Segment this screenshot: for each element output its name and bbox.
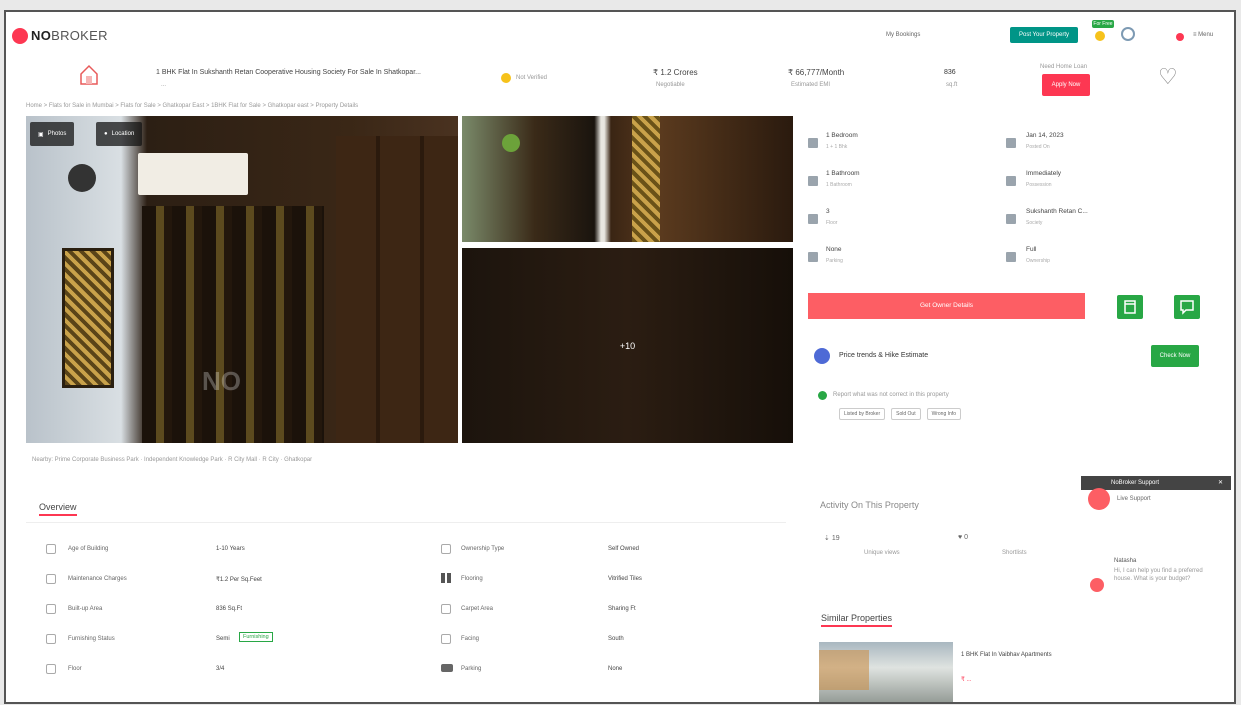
overview-row: Furnishing Status Semi Furnishing Facing…	[46, 632, 786, 656]
car-icon	[808, 252, 818, 262]
shortlists-sub: Shortlists	[1002, 550, 1027, 556]
overview-row: Built-up Area 836 Sq.Ft Carpet Area Shar…	[46, 602, 786, 626]
emi-value: ₹ 66,777/Month	[788, 68, 845, 77]
verified-icon	[501, 73, 511, 83]
building-icon	[1006, 214, 1016, 224]
property-type-icon	[78, 62, 100, 88]
user-avatar-icon[interactable]	[1121, 27, 1135, 41]
location-pin-icon: ●	[104, 131, 108, 137]
similar-property-title[interactable]: 1 BHK Flat In Vaibhav Apartments	[961, 652, 1052, 658]
post-property-button[interactable]: Post Your Property	[1010, 27, 1078, 43]
chip-sold-out[interactable]: Sold Out	[891, 408, 921, 420]
chat-close-icon[interactable]: ✕	[1218, 476, 1223, 490]
chat-agent-name: Natasha	[1114, 558, 1137, 564]
flooring-icon	[441, 573, 451, 583]
photos-button[interactable]: ▣ Photos	[30, 122, 75, 146]
overview-row: Floor 3/4 Parking None	[46, 662, 786, 686]
verified-label: Not Verified	[516, 75, 548, 81]
location-button[interactable]: ● Location	[96, 122, 143, 146]
nobroker-logo-icon[interactable]	[12, 28, 28, 44]
chat-message: Hi, I can help you find a preferred hous…	[1114, 568, 1203, 582]
schedule-visit-button[interactable]	[1117, 295, 1143, 319]
carving-image	[632, 116, 660, 242]
views-count: ⇣ 19	[824, 535, 840, 542]
nearby-places[interactable]: Nearby: Prime Corporate Business Park · …	[32, 457, 312, 463]
price-sub: Negotiable	[656, 82, 685, 88]
price-value: ₹ 1.2 Crores	[653, 68, 698, 77]
compass-icon	[441, 634, 451, 644]
area-icon	[46, 604, 56, 614]
views-sub: Unique views	[864, 550, 900, 556]
ac-unit-image	[138, 153, 248, 195]
emi-sub: Estimated EMI	[791, 82, 831, 88]
check-now-button[interactable]: Check Now	[1151, 345, 1199, 367]
wall-clock-image	[68, 164, 96, 192]
area-sub: sq.ft	[946, 82, 958, 88]
my-bookings-link[interactable]: My Bookings	[886, 32, 920, 38]
floor-level-icon	[46, 664, 56, 674]
parking-car-icon	[441, 664, 453, 672]
free-badge: For Free	[1092, 20, 1114, 28]
shortlists-count: ♥ 0	[958, 534, 969, 541]
ownership-type-icon	[441, 544, 451, 554]
breadcrumb[interactable]: Home > Flats for Sale in Mumbai > Flats …	[26, 103, 358, 109]
ownership-icon	[1006, 252, 1016, 262]
bath-icon	[808, 176, 818, 186]
building-age-icon	[46, 544, 56, 554]
browser-page: NOBROKER My Bookings Post Your Property …	[4, 10, 1236, 704]
property-address: ...	[161, 82, 167, 88]
furnishing-tag[interactable]: Furnishing	[239, 632, 273, 642]
calendar-icon	[1006, 138, 1016, 148]
overview-row: Age of Building 1-10 Years Ownership Typ…	[46, 542, 786, 566]
activity-title: Activity On This Property	[820, 500, 919, 510]
main-photo[interactable]: NO	[26, 116, 458, 443]
overview-title[interactable]: Overview	[39, 502, 77, 516]
bed-icon	[808, 138, 818, 148]
plant-image	[502, 134, 520, 152]
chat-bubble-icon[interactable]	[1090, 578, 1104, 592]
report-text: Report what was not correct in this prop…	[833, 392, 949, 398]
photo-watermark: NO	[202, 366, 241, 396]
floor-icon	[808, 214, 818, 224]
key-icon	[1006, 176, 1016, 186]
wall-art-image	[62, 248, 114, 388]
chat-agent-avatar[interactable]	[1088, 488, 1110, 510]
sofa-icon	[46, 634, 56, 644]
carpet-area-icon	[441, 604, 451, 614]
get-owner-details-button[interactable]: Get Owner Details	[808, 293, 1085, 319]
similar-property-photo[interactable]	[819, 642, 953, 702]
shortlist-heart-icon[interactable]: ♡	[1158, 66, 1178, 88]
apply-loan-button[interactable]: Apply Now	[1042, 74, 1090, 96]
price-trends-icon	[814, 348, 830, 364]
chip-wrong-info[interactable]: Wrong Info	[926, 408, 961, 420]
curtain-doorway-image	[142, 206, 324, 443]
coin-icon[interactable]	[1095, 31, 1105, 41]
notification-icon[interactable]	[1176, 33, 1184, 41]
property-title: 1 BHK Flat In Sukshanth Retan Cooperativ…	[156, 69, 421, 76]
similar-properties-title: Similar Properties	[821, 613, 893, 627]
nobroker-logo[interactable]: NOBROKER	[31, 28, 108, 43]
thumb-photo-1[interactable]	[462, 116, 793, 242]
chat-owner-button[interactable]	[1174, 295, 1200, 319]
chat-agent-label: Live Support	[1117, 496, 1151, 502]
overview-row: Maintenance Charges ₹1.2 Per Sq.Feet Flo…	[46, 572, 786, 596]
thumb-photo-2[interactable]: +10	[462, 248, 793, 443]
price-trends-title: Price trends & Hike Estimate	[839, 352, 929, 359]
similar-property-price: ₹ ...	[961, 677, 972, 683]
more-photos-count[interactable]: +10	[462, 248, 793, 443]
chip-broker[interactable]: Listed by Broker	[839, 408, 886, 420]
area-value: 836	[944, 69, 956, 76]
chat-header[interactable]: NoBroker Support ✕	[1081, 476, 1231, 490]
similar-photo-detail	[819, 650, 869, 690]
report-icon	[818, 391, 827, 400]
report-chips: Listed by Broker Sold Out Wrong Info	[839, 408, 961, 420]
details-grid: 1 Bedroom 1 + 1 Bhk Jan 14, 2023 Posted On…	[808, 130, 1208, 280]
maintenance-icon	[46, 574, 56, 584]
overview-divider	[26, 522, 786, 523]
menu-link[interactable]: ≡ Menu	[1193, 32, 1213, 38]
camera-icon: ▣	[38, 131, 44, 138]
home-loan-text: Need Home Loan	[1040, 64, 1088, 70]
wardrobe-image	[336, 136, 458, 443]
